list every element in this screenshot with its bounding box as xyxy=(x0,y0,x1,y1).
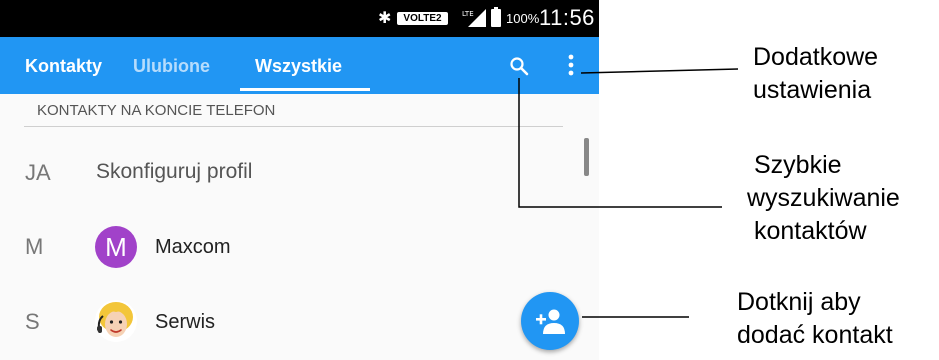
profile-letter: JA xyxy=(25,160,51,185)
more-vert-icon[interactable] xyxy=(563,52,579,78)
contact-row-serwis[interactable]: S Serwis xyxy=(0,291,560,351)
profile-row[interactable]: JA Skonfiguruj profil xyxy=(0,142,560,202)
status-bar: ✱ VOLTE2 LTE 100% 11:56 xyxy=(0,0,599,37)
bluetooth-icon: ✱ xyxy=(378,8,392,27)
callout-text: kontaktów xyxy=(754,217,867,245)
profile-setup-label: Skonfiguruj profil xyxy=(96,160,253,183)
contact-name: Maxcom xyxy=(155,236,231,258)
add-contact-button[interactable] xyxy=(521,292,579,350)
contact-row-maxcom[interactable]: M M Maxcom xyxy=(0,216,560,276)
phone-screen: ✱ VOLTE2 LTE 100% 11:56 Kontakty Ulubion… xyxy=(0,0,599,360)
callout-text: Dotknij aby xyxy=(737,288,861,316)
callout-search: Szybkie wyszukiwanie kontaktów xyxy=(747,149,900,248)
tab-kontakty[interactable]: Kontakty xyxy=(25,55,102,77)
callout-text: dodać kontakt xyxy=(737,321,893,349)
volte-badge: VOLTE2 xyxy=(397,12,448,25)
contact-name: Serwis xyxy=(155,311,216,333)
avatar: M xyxy=(95,226,137,268)
callout-add-contact: Dotknij aby dodać kontakt xyxy=(737,286,893,352)
clock: 11:56 xyxy=(539,5,595,30)
add-person-icon xyxy=(536,309,565,334)
cartoon-face-icon xyxy=(95,300,137,342)
svg-text:LTE: LTE xyxy=(462,10,474,18)
section-header: KONTAKTY NA KONCIE TELEFON xyxy=(37,102,276,119)
divider xyxy=(24,126,563,127)
tab-wszystkie[interactable]: Wszystkie xyxy=(255,55,342,77)
app-bar: Kontakty Ulubione Wszystkie xyxy=(0,37,599,94)
scrollbar-thumb[interactable] xyxy=(584,138,589,176)
battery-percent: 100% xyxy=(506,11,540,26)
tab-ulubione[interactable]: Ulubione xyxy=(133,55,210,77)
section-letter-m: M xyxy=(25,234,44,259)
callout-text: Dodatkowe xyxy=(753,43,879,71)
active-tab-indicator xyxy=(240,88,370,91)
callout-text: wyszukiwanie xyxy=(747,184,900,212)
callout-text: ustawienia xyxy=(753,76,872,104)
callout-text: Szybkie xyxy=(754,151,842,179)
battery-icon xyxy=(491,7,501,27)
signal-lte-icon: LTE xyxy=(462,9,486,27)
callout-more-options: Dodatkowe ustawienia xyxy=(753,41,878,107)
section-letter-s: S xyxy=(25,309,40,334)
search-icon[interactable] xyxy=(508,55,530,77)
